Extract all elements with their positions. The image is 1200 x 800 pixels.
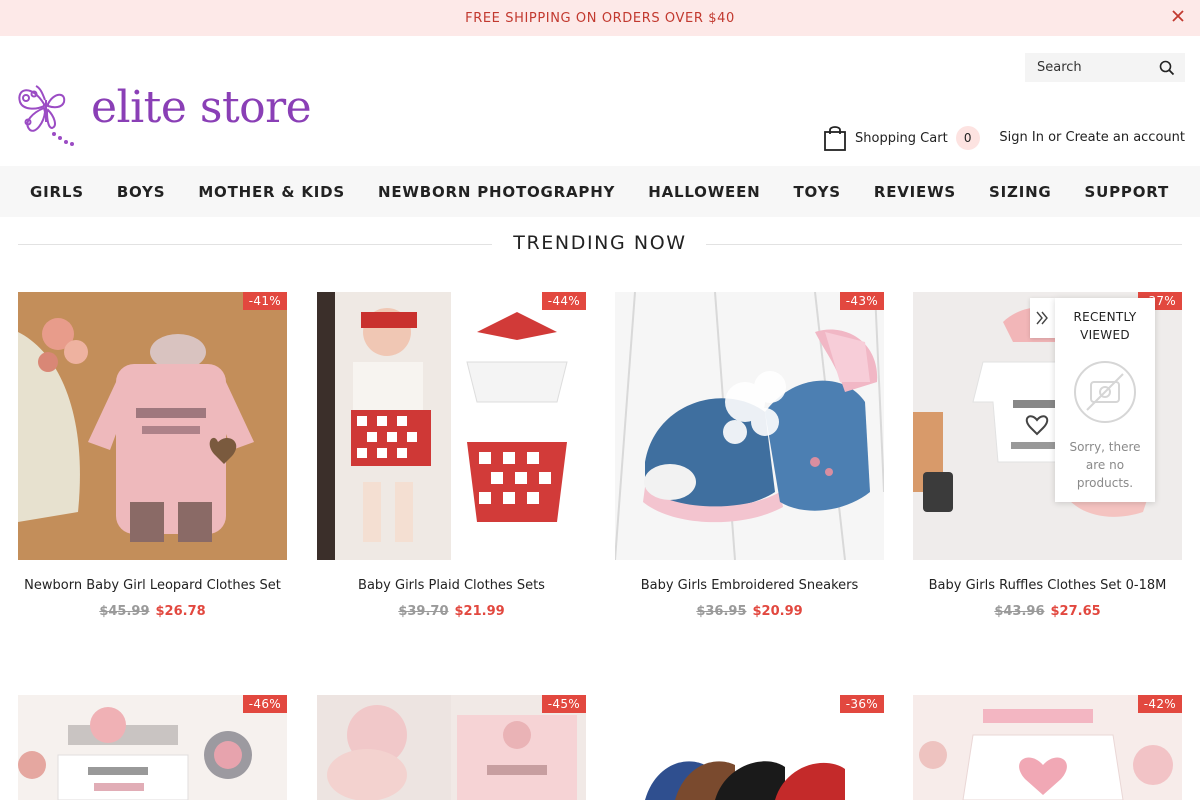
announcement-text: FREE SHIPPING ON ORDERS OVER $40 <box>465 11 735 26</box>
price-row: $36.95 $20.99 <box>615 604 884 619</box>
discount-badge: -41% <box>242 292 287 310</box>
announcement-bar: FREE SHIPPING ON ORDERS OVER $40 <box>0 0 1200 36</box>
nav-item-mother-kids[interactable]: MOTHER & KIDS <box>198 183 345 201</box>
nav-item-halloween[interactable]: HALLOWEEN <box>648 183 760 201</box>
nav-item-newborn-photography[interactable]: NEWBORN PHOTOGRAPHY <box>378 183 615 201</box>
price-row: $39.70 $21.99 <box>317 604 586 619</box>
sign-in-link[interactable]: Sign In <box>999 130 1044 145</box>
nav-item-support[interactable]: SUPPORT <box>1085 183 1169 201</box>
product-image[interactable]: -41% <box>18 292 287 560</box>
empty-text-line: Sorry, there <box>1069 440 1141 454</box>
shopping-bag-icon <box>824 126 846 151</box>
double-chevron-right-icon <box>1036 311 1048 325</box>
discount-badge: -45% <box>541 695 586 713</box>
product-image[interactable]: -46% <box>18 695 287 800</box>
nav-item-boys[interactable]: BOYS <box>117 183 166 201</box>
store-logo[interactable]: elite store <box>14 82 312 148</box>
no-image-icon <box>1074 361 1136 423</box>
recently-viewed-title: RECENTLY VIEWED <box>1055 308 1155 344</box>
cart-label: Shopping Cart <box>855 130 948 146</box>
product-image[interactable]: -42% <box>913 695 1182 800</box>
account-links: Sign In or Create an account <box>999 130 1185 145</box>
search-icon[interactable] <box>1159 60 1175 76</box>
recently-viewed-toggle[interactable] <box>1030 298 1055 338</box>
logo-text: elite store <box>91 82 312 133</box>
price-row: $43.96 $27.65 <box>913 604 1182 619</box>
original-price: $36.95 <box>696 604 747 619</box>
divider <box>706 244 1182 245</box>
cart-count-badge: 0 <box>955 126 980 150</box>
recently-viewed-panel: RECENTLY VIEWED Sorry, there are no prod… <box>1055 298 1155 502</box>
price-row: $45.99 $26.78 <box>18 604 287 619</box>
discount-badge: -42% <box>1137 695 1182 713</box>
original-price: $43.96 <box>994 604 1045 619</box>
product-image[interactable]: -45% <box>317 695 586 800</box>
product-title[interactable]: Baby Girls Ruffles Clothes Set 0-18M <box>913 578 1182 593</box>
empty-text-line: products. <box>1076 476 1134 490</box>
product-image[interactable]: -43% <box>615 292 884 560</box>
sale-price: $27.65 <box>1050 604 1101 619</box>
recently-viewed-title-line: RECENTLY <box>1073 310 1137 324</box>
discount-badge: -44% <box>541 292 586 310</box>
section-title: TRENDING NOW <box>513 232 687 254</box>
product-image[interactable]: -44% <box>317 292 586 560</box>
product-image[interactable]: -36% <box>615 695 884 800</box>
original-price: $39.70 <box>398 604 449 619</box>
sale-price: $20.99 <box>752 604 803 619</box>
original-price: $45.99 <box>99 604 150 619</box>
create-account-link[interactable]: Create an account <box>1066 130 1185 145</box>
shopping-cart-link[interactable]: Shopping Cart 0 <box>823 124 980 152</box>
product-title[interactable]: Baby Girls Plaid Clothes Sets <box>317 578 586 593</box>
discount-badge: -46% <box>242 695 287 713</box>
nav-item-girls[interactable]: GIRLS <box>30 183 84 201</box>
nav-item-toys[interactable]: TOYS <box>794 183 841 201</box>
nav-item-reviews[interactable]: REVIEWS <box>874 183 956 201</box>
recently-viewed-title-line: VIEWED <box>1080 328 1130 342</box>
sale-price: $26.78 <box>155 604 206 619</box>
search-box <box>1025 53 1185 82</box>
section-header: TRENDING NOW <box>18 230 1182 258</box>
main-nav: GIRLS BOYS MOTHER & KIDS NEWBORN PHOTOGR… <box>0 166 1200 217</box>
discount-badge: -36% <box>839 695 884 713</box>
or-text: or <box>1043 130 1066 145</box>
nav-item-sizing[interactable]: SIZING <box>989 183 1052 201</box>
recently-viewed-empty-text: Sorry, there are no products. <box>1065 438 1145 492</box>
sale-price: $21.99 <box>454 604 505 619</box>
empty-text-line: are no <box>1085 458 1125 472</box>
product-title[interactable]: Newborn Baby Girl Leopard Clothes Set <box>18 578 287 593</box>
close-icon[interactable] <box>1170 8 1186 24</box>
discount-badge: -43% <box>839 292 884 310</box>
butterfly-icon <box>18 85 74 146</box>
product-title[interactable]: Baby Girls Embroidered Sneakers <box>615 578 884 593</box>
search-input[interactable] <box>1025 53 1155 82</box>
